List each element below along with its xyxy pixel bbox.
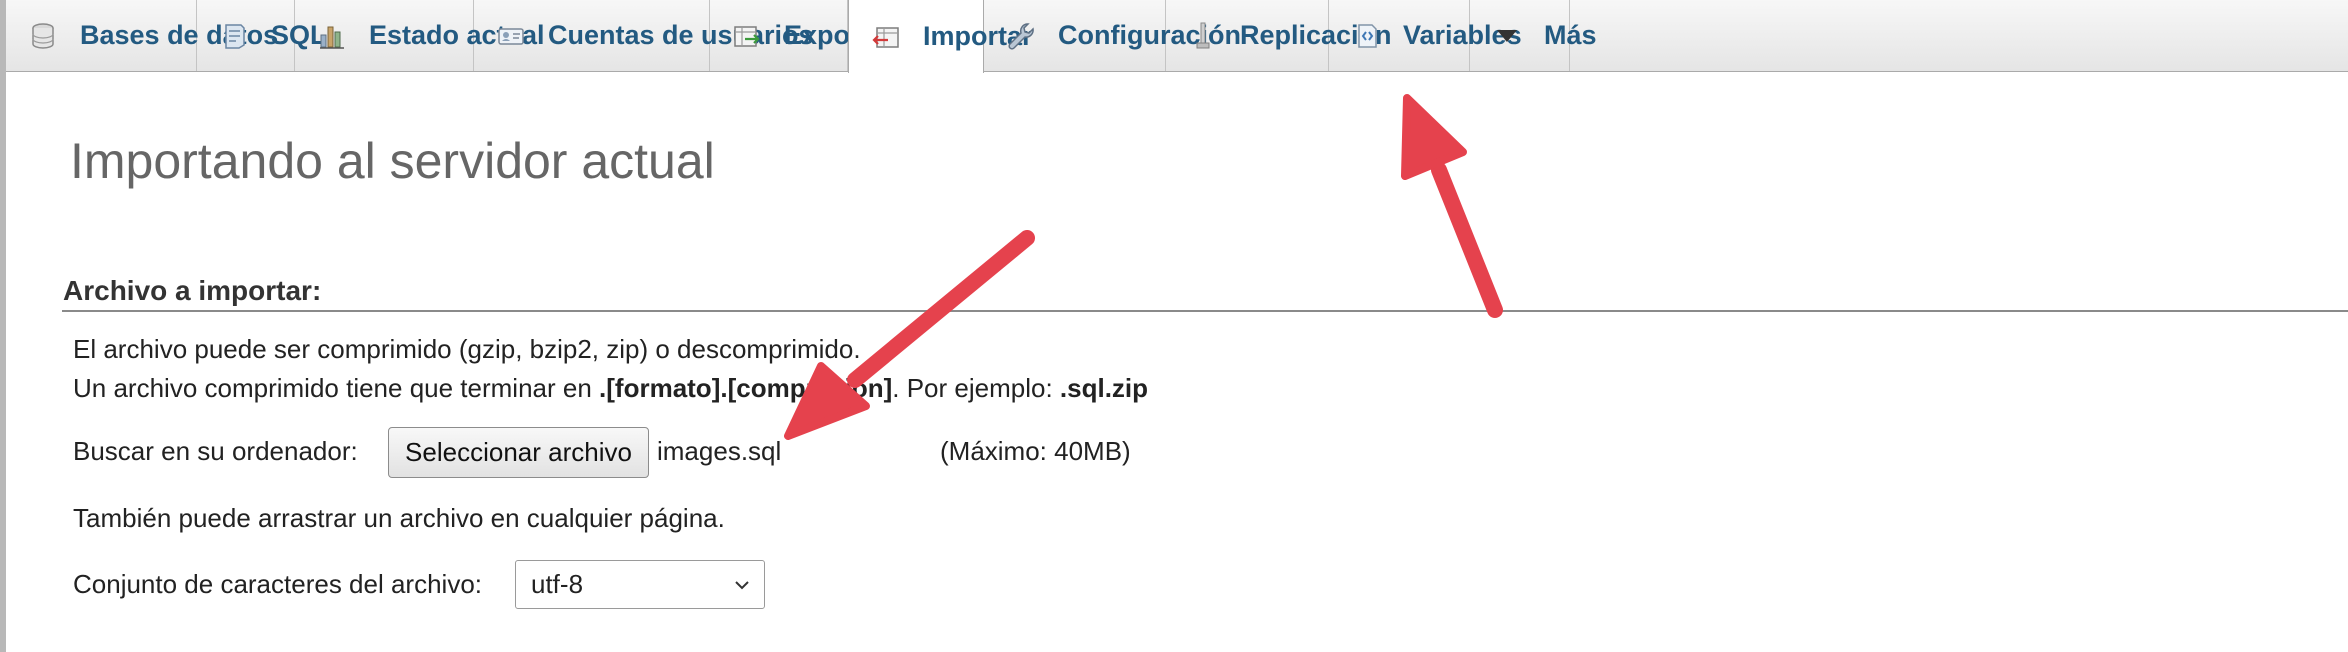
annotation-arrow-to-import-tab (1401, 94, 1503, 318)
top-tab-bar: Bases de datos SQL Estado actual Cuentas… (6, 0, 2348, 73)
replication-icon (1188, 21, 1218, 51)
tab-settings[interactable]: Configuración (984, 0, 1241, 71)
variables-icon (1351, 21, 1381, 51)
tab-label: Más (1544, 20, 1597, 50)
compression-example-prefix: Un archivo comprimido tiene que terminar… (73, 373, 600, 403)
chevron-down-icon (735, 581, 749, 590)
wrench-icon (1006, 21, 1036, 51)
tab-replication[interactable]: Replicación (1166, 0, 1392, 71)
browse-label: Buscar en su ordenador: (73, 436, 358, 466)
database-icon (28, 21, 58, 51)
tab-sql[interactable]: SQL (197, 0, 327, 71)
charset-select[interactable]: utf-8 (515, 560, 765, 609)
tab-import[interactable]: Importar (848, 0, 1033, 73)
charset-selected-value: utf-8 (531, 569, 584, 599)
drag-drop-hint: También puede arrastrar un archivo en cu… (73, 503, 725, 533)
compression-format: .[formato].[compresión] (599, 373, 893, 403)
status-chart-icon (317, 21, 347, 51)
tab-variables[interactable]: Variables (1329, 0, 1522, 71)
sql-icon (219, 21, 249, 51)
compression-example: Un archivo comprimido tiene que terminar… (73, 373, 1148, 404)
phpmyadmin-import-page: Bases de datos SQL Estado actual Cuentas… (0, 0, 2348, 652)
left-border (0, 0, 6, 652)
page-title: Importando al servidor actual (70, 133, 715, 189)
section-divider (62, 310, 2348, 312)
compression-example-mid: . Por ejemplo: (892, 373, 1060, 403)
selected-file-name: images.sql (657, 436, 782, 466)
charset-label: Conjunto de caracteres del archivo: (73, 569, 483, 599)
tab-user-accounts[interactable]: Cuentas de usuarios (474, 0, 814, 71)
tab-more[interactable]: Más (1470, 0, 1597, 71)
import-icon (871, 22, 901, 52)
annotation-arrows (784, 94, 1503, 440)
tab-databases[interactable]: Bases de datos (6, 0, 278, 71)
section-legend: Archivo a importar: (63, 275, 322, 306)
compression-example-ext: .sql.zip (1059, 373, 1149, 403)
choose-file-button[interactable]: Seleccionar archivo (388, 427, 649, 478)
export-icon (732, 21, 762, 51)
max-upload-size: (Máximo: 40MB) (940, 436, 1131, 466)
triangle-down-icon (1492, 21, 1522, 51)
tab-status[interactable]: Estado actual (295, 0, 545, 71)
tab-export[interactable]: Exportar (710, 0, 895, 71)
user-accounts-icon (496, 21, 526, 51)
compression-info: El archivo puede ser comprimido (gzip, b… (73, 334, 861, 364)
